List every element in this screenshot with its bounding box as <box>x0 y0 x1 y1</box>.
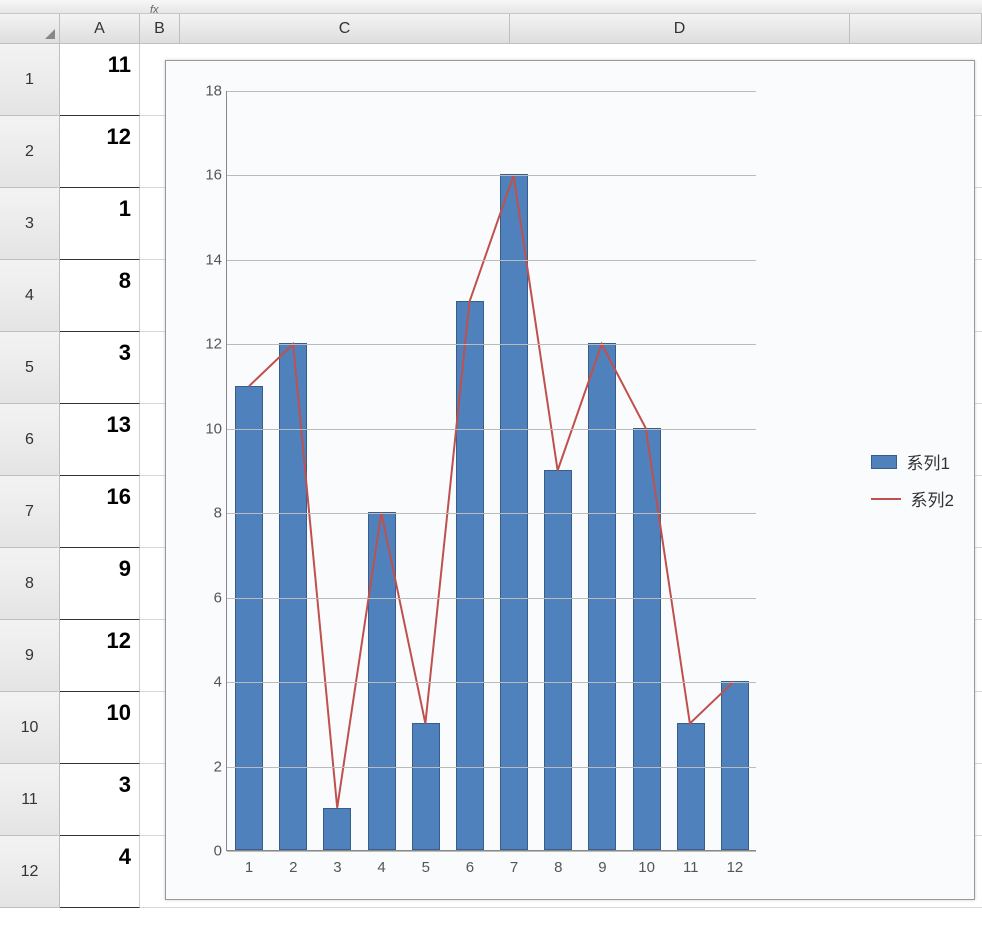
col-header-D[interactable]: D <box>510 14 850 44</box>
legend-item-bar: 系列1 <box>871 449 954 474</box>
column-headers: A B C D <box>0 14 982 44</box>
gridline <box>227 513 756 514</box>
gridline <box>227 767 756 768</box>
legend-label-bar: 系列1 <box>907 449 950 474</box>
x-tick-label: 4 <box>367 859 397 876</box>
line-path[interactable] <box>249 175 734 808</box>
x-tick-label: 7 <box>499 859 529 876</box>
y-tick-label: 8 <box>192 505 222 522</box>
cell[interactable]: 3 <box>60 764 140 836</box>
embedded-chart[interactable]: 024681012141618123456789101112 系列1 系列2 <box>165 60 975 900</box>
y-tick-label: 10 <box>192 420 222 437</box>
col-header-rest[interactable] <box>850 14 982 44</box>
legend-swatch-line-icon <box>871 498 901 500</box>
row-header[interactable]: 4 <box>0 260 60 332</box>
row-header[interactable]: 1 <box>0 44 60 116</box>
gridline <box>227 260 756 261</box>
row-header[interactable]: 6 <box>0 404 60 476</box>
cell[interactable]: 11 <box>60 44 140 116</box>
cell[interactable]: 12 <box>60 620 140 692</box>
gridline <box>227 598 756 599</box>
gridline <box>227 682 756 683</box>
x-tick-label: 3 <box>322 859 352 876</box>
row-header[interactable]: 8 <box>0 548 60 620</box>
spreadsheet-app: fx A B C D 11121231485361371689912101011… <box>0 0 982 938</box>
x-tick-label: 9 <box>587 859 617 876</box>
chart-legend: 系列1 系列2 <box>871 437 954 523</box>
cell[interactable]: 10 <box>60 692 140 764</box>
cell[interactable]: 4 <box>60 836 140 908</box>
row-header[interactable]: 11 <box>0 764 60 836</box>
col-header-A[interactable]: A <box>60 14 140 44</box>
y-tick-label: 6 <box>192 589 222 606</box>
legend-swatch-bar-icon <box>871 455 897 469</box>
x-tick-label: 1 <box>234 859 264 876</box>
y-tick-label: 4 <box>192 674 222 691</box>
legend-item-line: 系列2 <box>871 486 954 511</box>
row-header[interactable]: 2 <box>0 116 60 188</box>
col-header-C[interactable]: C <box>180 14 510 44</box>
row-header[interactable]: 12 <box>0 836 60 908</box>
y-tick-label: 2 <box>192 758 222 775</box>
gridline <box>227 344 756 345</box>
row-header[interactable]: 10 <box>0 692 60 764</box>
gridline <box>227 429 756 430</box>
cell[interactable]: 12 <box>60 116 140 188</box>
y-tick-label: 16 <box>192 167 222 184</box>
row-header[interactable]: 9 <box>0 620 60 692</box>
cell[interactable]: 13 <box>60 404 140 476</box>
cell[interactable]: 3 <box>60 332 140 404</box>
cell[interactable]: 9 <box>60 548 140 620</box>
y-tick-label: 0 <box>192 843 222 860</box>
y-tick-label: 18 <box>192 83 222 100</box>
legend-label-line: 系列2 <box>911 486 954 511</box>
row-header[interactable]: 7 <box>0 476 60 548</box>
gridline <box>227 91 756 92</box>
cell[interactable]: 1 <box>60 188 140 260</box>
x-tick-label: 6 <box>455 859 485 876</box>
x-tick-label: 8 <box>543 859 573 876</box>
y-tick-label: 12 <box>192 336 222 353</box>
gridline <box>227 851 756 852</box>
cell[interactable]: 16 <box>60 476 140 548</box>
formula-bar[interactable]: fx <box>0 0 982 14</box>
select-all-corner[interactable] <box>0 14 60 44</box>
col-header-B[interactable]: B <box>140 14 180 44</box>
y-tick-label: 14 <box>192 251 222 268</box>
row-header[interactable]: 3 <box>0 188 60 260</box>
row-header[interactable]: 5 <box>0 332 60 404</box>
line-series <box>227 91 756 850</box>
x-tick-label: 5 <box>411 859 441 876</box>
x-tick-label: 11 <box>676 859 706 876</box>
plot-area: 024681012141618123456789101112 <box>226 91 756 851</box>
x-tick-label: 2 <box>278 859 308 876</box>
gridline <box>227 175 756 176</box>
cell[interactable]: 8 <box>60 260 140 332</box>
x-tick-label: 10 <box>632 859 662 876</box>
x-tick-label: 12 <box>720 859 750 876</box>
